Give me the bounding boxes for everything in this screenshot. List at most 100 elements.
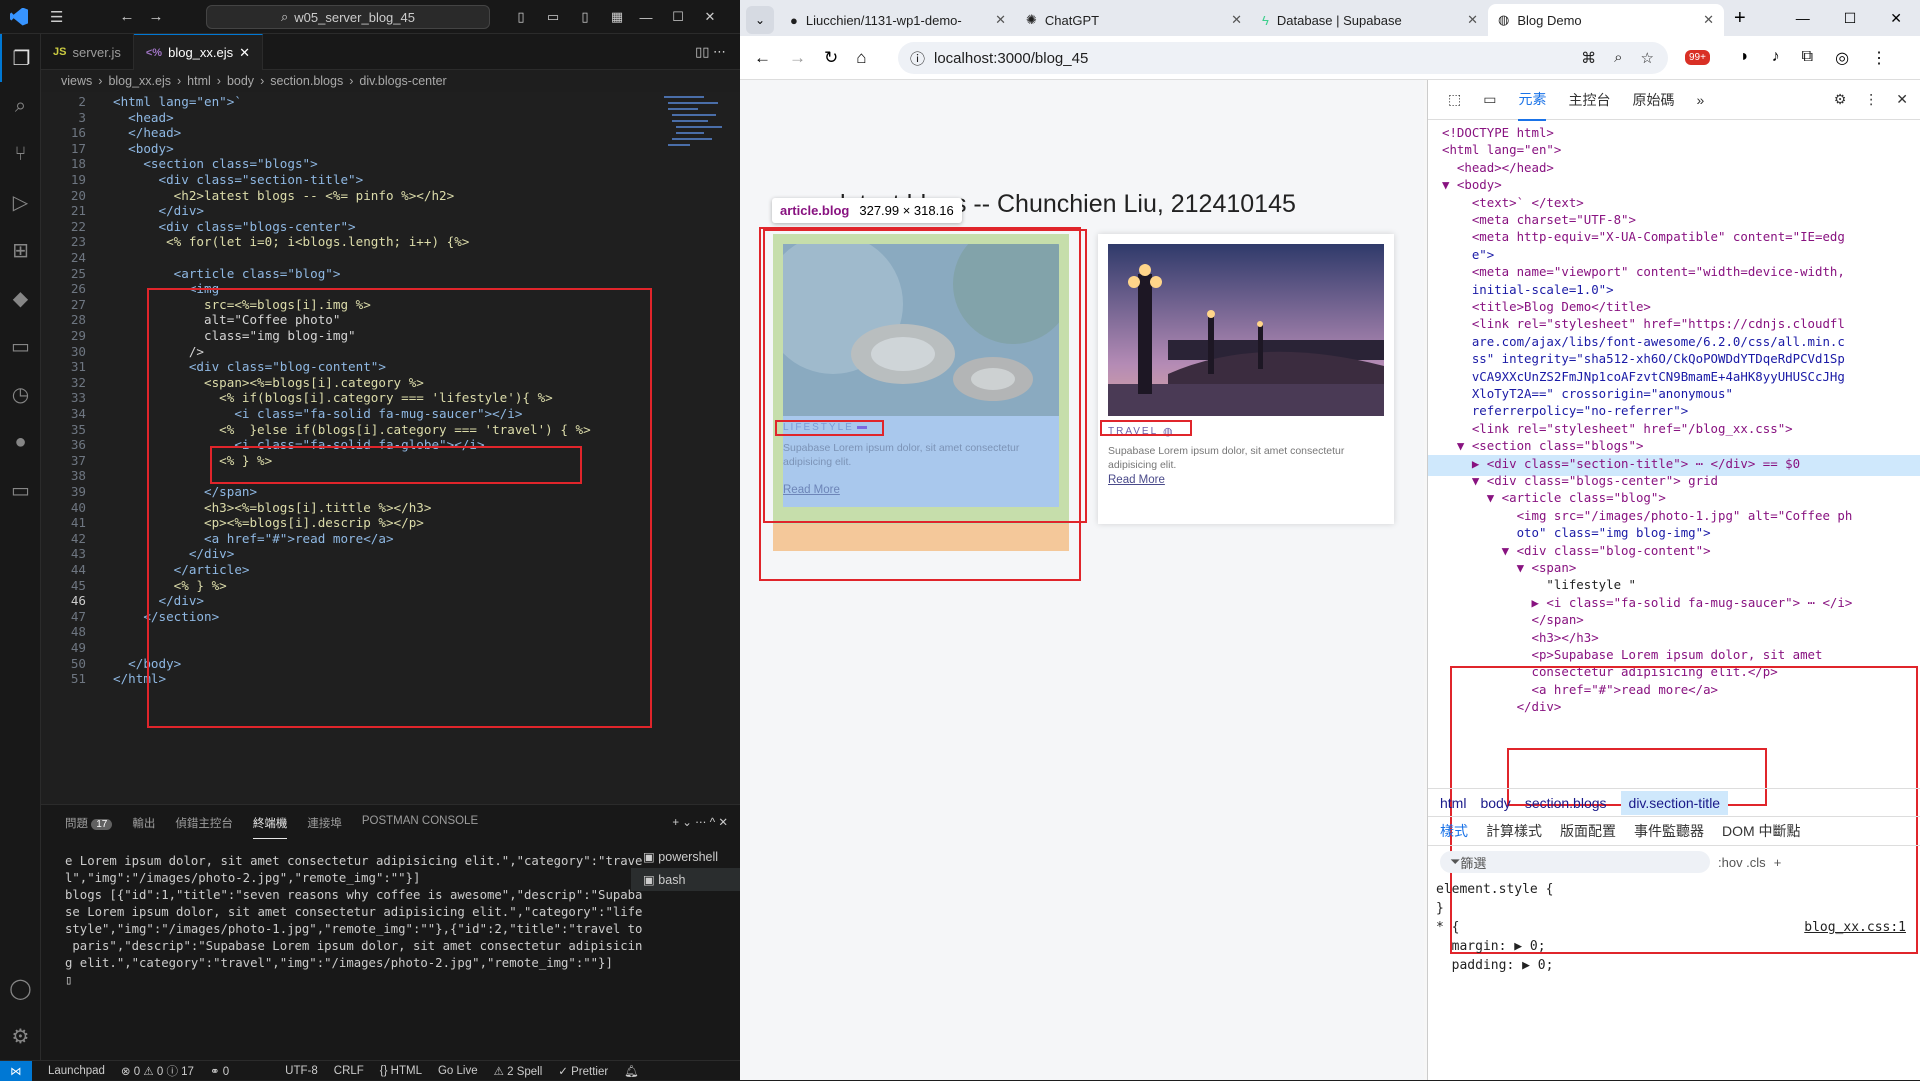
hov-cls-toggles[interactable]: :hov .cls xyxy=(1718,855,1766,870)
browser-menu-icon[interactable]: ⋮ xyxy=(1871,48,1887,68)
tab-event-listeners[interactable]: 事件監聽器 xyxy=(1634,821,1704,841)
status-language[interactable]: {} HTML xyxy=(380,1065,422,1077)
close-tab-icon[interactable]: ✕ xyxy=(239,45,250,61)
dom-node-line[interactable]: </span> xyxy=(1442,611,1584,628)
timeline-icon[interactable]: ◷ xyxy=(0,370,41,418)
dom-node-line[interactable]: ▼ <section class="blogs"> xyxy=(1442,437,1644,454)
puzzle-extensions-icon[interactable]: ⧉ xyxy=(1802,48,1813,68)
command-center-search[interactable]: ⌕ w05_server_blog_45 xyxy=(206,5,490,29)
close-window-button[interactable]: ✕ xyxy=(694,9,726,25)
device-toolbar-icon[interactable]: ▭ xyxy=(1483,91,1496,108)
home-icon[interactable]: ⌂ xyxy=(856,48,866,68)
breadcrumb-item[interactable]: body xyxy=(227,74,254,88)
toggle-secondary-sidebar-icon[interactable]: ▯ xyxy=(569,9,601,25)
dom-crumb[interactable]: section.blogs xyxy=(1525,795,1607,811)
status-encoding[interactable]: UTF-8 xyxy=(285,1065,318,1077)
tab-search-icon[interactable]: ⌄ xyxy=(746,6,774,34)
dom-crumb[interactable]: html xyxy=(1440,795,1466,811)
remote-icon[interactable]: ⋈ xyxy=(0,1060,32,1081)
dom-node-line[interactable]: <meta http-equiv="X-UA-Compatible" conte… xyxy=(1442,228,1845,245)
close-tab-icon[interactable]: ✕ xyxy=(995,12,1006,28)
minimize-button[interactable]: — xyxy=(630,10,662,25)
dom-node-line[interactable]: referrerpolicy="no-referrer"> xyxy=(1442,402,1688,419)
close-tab-icon[interactable]: ✕ xyxy=(1467,12,1478,28)
browser-tab-blog-demo[interactable]: ◍ Blog Demo ✕ xyxy=(1488,4,1724,36)
toggle-sidebar-icon[interactable]: ▯ xyxy=(505,9,537,25)
postman-icon[interactable]: ● xyxy=(0,418,41,466)
tab-layout[interactable]: 版面配置 xyxy=(1560,821,1616,841)
read-aloud-icon[interactable]: ♪ xyxy=(1772,48,1780,68)
split-editor-icon[interactable]: ▯▯ ⋯ xyxy=(695,44,726,60)
maximize-button[interactable]: ☐ xyxy=(662,9,694,25)
dom-node-line[interactable]: <!DOCTYPE html> xyxy=(1442,124,1554,141)
minimize-button[interactable]: — xyxy=(1796,10,1810,27)
dom-node-line[interactable]: <text>` </text> xyxy=(1442,194,1584,211)
settings-gear-icon[interactable]: ⚙ xyxy=(0,1012,41,1060)
explorer-icon[interactable]: ❐ xyxy=(0,34,41,82)
style-source-link[interactable]: blog_xx.css:1 xyxy=(1804,918,1906,937)
dom-node-line[interactable]: <html lang="en"> xyxy=(1442,141,1561,158)
dom-node-line[interactable]: <meta name="viewport" content="width=dev… xyxy=(1442,263,1845,280)
forward-icon[interactable]: → xyxy=(789,48,806,68)
dom-node-line[interactable]: <head></head> xyxy=(1442,159,1554,176)
tab-styles[interactable]: 樣式 xyxy=(1440,821,1468,841)
forward-arrow-icon[interactable]: → xyxy=(148,8,163,25)
tab-terminal[interactable]: 終端機 xyxy=(252,815,288,839)
toggle-panel-icon[interactable]: ▭ xyxy=(537,9,569,25)
dom-node-line[interactable]: ▶ <i class="fa-solid fa-mug-saucer"> ⋯ <… xyxy=(1442,594,1853,611)
status-eol[interactable]: CRLF xyxy=(334,1065,364,1077)
status-prettier[interactable]: ✓ Prettier xyxy=(558,1064,608,1078)
dom-node-line[interactable]: ss" integrity="sha512-xh6O/CkQoPOWDdYTDq… xyxy=(1442,350,1845,367)
new-style-rule-icon[interactable]: + xyxy=(1774,855,1782,870)
close-tab-icon[interactable]: ✕ xyxy=(1703,12,1714,28)
translate-icon[interactable]: ⌘ xyxy=(1581,49,1596,67)
dom-node-line[interactable]: "lifestyle " xyxy=(1442,576,1636,593)
panel-actions-icon[interactable]: + ⌄ ⋯ ^ ✕ xyxy=(672,815,728,839)
tab-dom-breakpoints[interactable]: DOM 中斷點 xyxy=(1722,821,1801,841)
dom-node-line[interactable]: XloTyT2A==" crossorigin="anonymous" xyxy=(1442,385,1733,402)
browser-tab-github[interactable]: ● Liucchien/1131-wp1-demo- ✕ xyxy=(780,4,1016,36)
close-tab-icon[interactable]: ✕ xyxy=(1231,12,1242,28)
dom-node-line[interactable]: <title>Blog Demo</title> xyxy=(1442,298,1651,315)
minimap[interactable] xyxy=(660,92,730,162)
status-spell[interactable]: ⚠ 2 Spell xyxy=(494,1064,543,1078)
source-control-icon[interactable]: ⑂ xyxy=(0,130,41,178)
menu-icon[interactable]: ☰ xyxy=(50,8,63,26)
dom-node-line[interactable]: <link rel="stylesheet" href="/blog_xx.cs… xyxy=(1442,420,1793,437)
status-problems[interactable]: ⊗ 0 ⚠ 0 ⓘ 17 xyxy=(121,1063,194,1079)
extensions-icon[interactable]: ⊞ xyxy=(0,226,41,274)
tab-output[interactable]: 輸出 xyxy=(132,815,155,839)
maximize-button[interactable]: ☐ xyxy=(1844,10,1857,27)
bookmark-star-icon[interactable]: ☆ xyxy=(1641,49,1654,67)
dom-node-line[interactable]: e"> xyxy=(1442,246,1494,263)
dom-node-line[interactable]: ▼ <div class="blogs-center"> grid xyxy=(1442,472,1718,489)
status-launchpad[interactable]: Launchpad xyxy=(48,1065,105,1077)
breadcrumb-item[interactable]: div.blogs-center xyxy=(359,74,446,88)
dom-node-line[interactable]: ▼ <div class="blog-content"> xyxy=(1442,542,1711,559)
dom-node-line[interactable]: initial-scale=1.0"> xyxy=(1442,281,1614,298)
dom-node-line[interactable]: vCA9XXcUnZS2FmJNp1coAFzvtCN9BmamE+4aHK8y… xyxy=(1442,368,1845,385)
extension-badge[interactable]: 99+ xyxy=(1685,50,1710,65)
python-icon[interactable]: ◆ xyxy=(0,274,41,322)
breadcrumb-item[interactable]: section.blogs xyxy=(270,74,343,88)
tab-debug-console[interactable]: 偵錯主控台 xyxy=(175,815,233,839)
tab-sources[interactable]: 原始碼 xyxy=(1632,90,1674,110)
new-tab-icon[interactable]: + xyxy=(1734,7,1746,30)
browser-tab-chatgpt[interactable]: ✺ ChatGPT ✕ xyxy=(1016,4,1252,36)
remote-explorer-icon[interactable]: ▭ xyxy=(0,466,41,514)
settings-gear-icon[interactable]: ⚙ xyxy=(1834,91,1847,108)
dom-node-line[interactable]: ▼ <article class="blog"> xyxy=(1442,489,1666,506)
close-window-button[interactable]: ✕ xyxy=(1890,10,1902,27)
dom-node-line[interactable]: <img src="/images/photo-1.jpg" alt="Coff… xyxy=(1442,507,1853,524)
zoom-icon[interactable]: ⌕ xyxy=(1614,49,1622,67)
more-options-icon[interactable]: ⋮ xyxy=(1864,91,1878,108)
dom-node-line[interactable]: <h3></h3> xyxy=(1442,629,1599,646)
styles-filter-input[interactable]: ⏷ 篩選 xyxy=(1440,851,1710,873)
breadcrumb-item[interactable]: views xyxy=(61,74,92,88)
extension-icon[interactable]: ◗ xyxy=(1740,48,1750,68)
breadcrumb-item[interactable]: blog_xx.ejs xyxy=(108,74,171,88)
tab-console[interactable]: 主控台 xyxy=(1568,90,1610,110)
site-info-icon[interactable]: ⓘ xyxy=(910,48,925,69)
dom-node-line[interactable]: oto" class="img blog-img"> xyxy=(1442,524,1711,541)
profile-avatar-icon[interactable]: ◎ xyxy=(1835,48,1849,68)
